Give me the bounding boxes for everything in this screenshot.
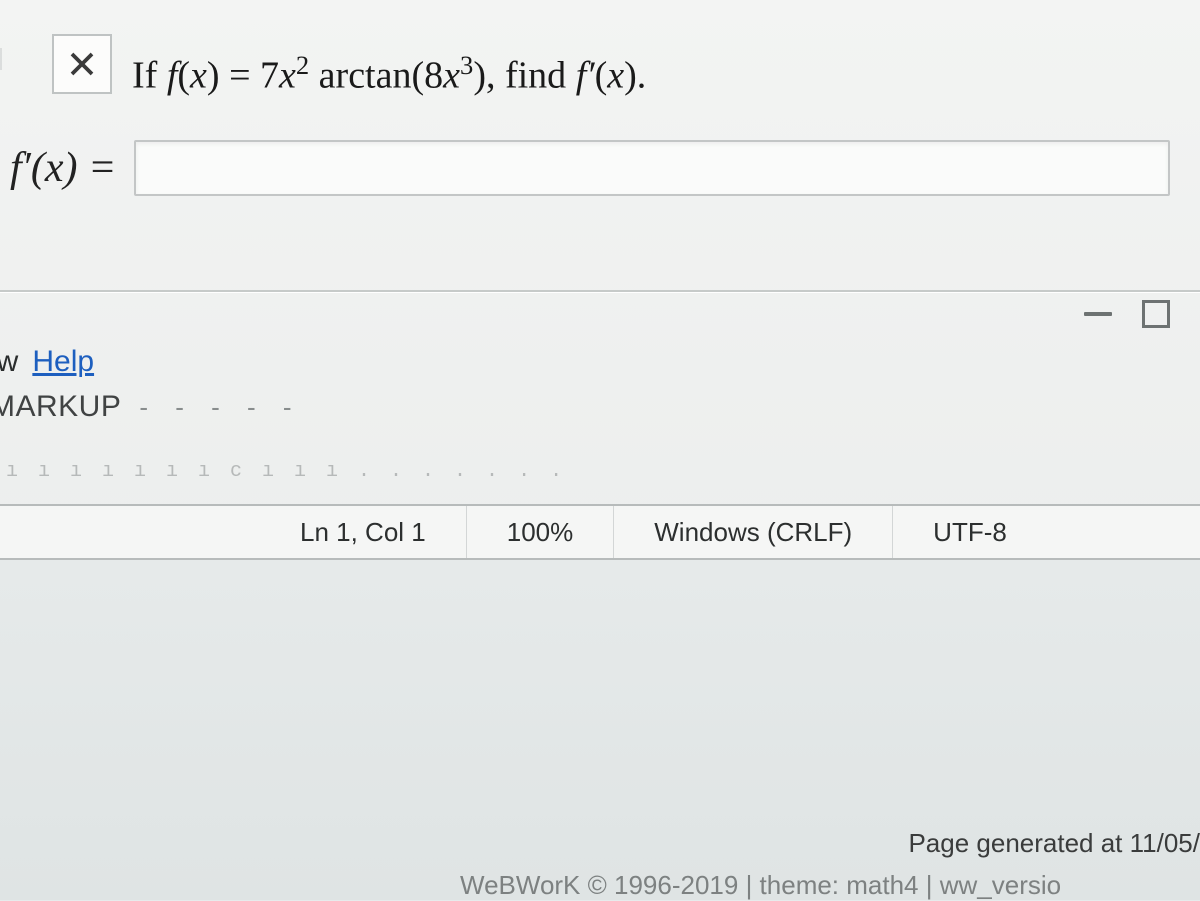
close-icon [67,49,97,79]
answer-label: f′(x) = [10,144,116,192]
ans-eq: = [78,145,117,191]
q-x: x [190,55,207,97]
question-text: If f(x) = 7x2 arctan(8x3), find f′(x). [132,20,646,98]
q-arctan: arctan( [309,55,424,97]
q-x2: x [279,55,296,97]
q-f: f [167,55,178,97]
q-x2exp: 2 [296,50,309,80]
window-controls [1084,300,1170,328]
ans-f: f′ [10,145,31,191]
q-find: find [505,55,576,97]
panel-divider [0,290,1200,292]
status-eol[interactable]: Windows (CRLF) [613,506,892,558]
problem-panel: If f(x) = 7x2 arctan(8x3), find f′(x). f… [0,0,1200,560]
q-inner-coeff: 8 [424,55,443,97]
answer-input[interactable] [134,140,1170,196]
markup-label: MARKUP [0,390,121,424]
q-fprime-arg: x [607,55,624,97]
question-row: If f(x) = 7x2 arctan(8x3), find f′(x). [0,20,646,98]
checkbox-placeholder[interactable] [0,48,2,70]
page-generated: Page generated at 11/05/ [908,828,1200,859]
status-zoom[interactable]: 100% [466,506,614,558]
ruler-ticks: ı ı ı ı ı ı ı c ı ı ı . . . . . . . [0,460,1200,478]
minimize-icon[interactable] [1084,312,1112,316]
maximize-icon[interactable] [1142,300,1170,328]
q-period: . [637,55,647,97]
webwork-credit: WeBWorK © 1996-2019 | theme: math4 | ww_… [460,870,1200,901]
q-coeff: 7 [260,55,279,97]
q-if: If [132,55,167,97]
editor-menu: ew Help [0,345,94,379]
markup-dashes: - - - - - [139,392,301,423]
menu-ew[interactable]: ew [0,345,18,379]
editor-status-bar: Ln 1, Col 1 100% Windows (CRLF) UTF-8 [0,504,1200,560]
ans-arg: x [45,145,64,191]
q-x3: x [443,55,460,97]
status-encoding[interactable]: UTF-8 [892,506,1047,558]
close-button[interactable] [52,34,112,94]
q-close: ), [473,55,505,97]
menu-help[interactable]: Help [32,345,94,379]
q-fprime: f′ [576,55,595,97]
q-eq: = [220,55,260,97]
answer-row: f′(x) = [10,140,1170,196]
status-position[interactable]: Ln 1, Col 1 [260,506,466,558]
q-x3exp: 3 [460,50,473,80]
markup-row: MARKUP - - - - - [0,390,302,424]
